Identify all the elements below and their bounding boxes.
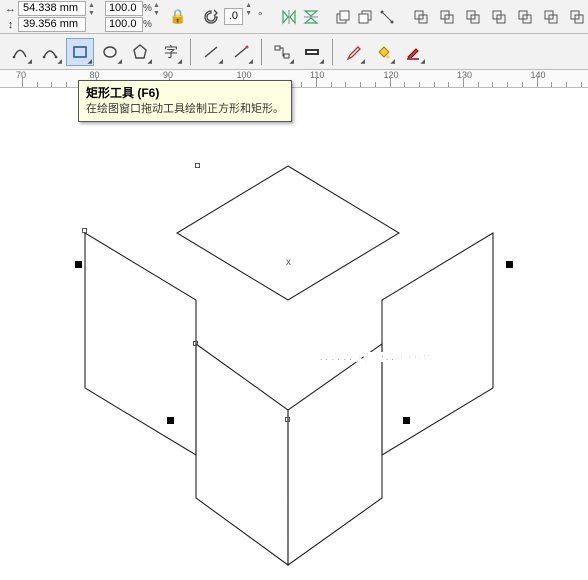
ruler-label: 120 — [384, 70, 399, 80]
trim-icon[interactable] — [435, 5, 459, 29]
to-front-icon[interactable] — [333, 5, 353, 29]
ruler-tick — [419, 82, 420, 87]
ruler-tick — [51, 82, 52, 87]
node-marker[interactable] — [195, 163, 200, 168]
front-minus-back-icon[interactable] — [513, 5, 537, 29]
separator — [190, 39, 191, 65]
ruler-tick — [551, 82, 552, 87]
ruler-label: 90 — [163, 70, 173, 80]
sel-handle[interactable] — [75, 261, 82, 268]
node-marker[interactable] — [82, 228, 87, 233]
ruler-tick — [522, 82, 523, 87]
width-input[interactable]: 54.338 mm — [18, 1, 86, 16]
mirror-v-icon[interactable] — [301, 5, 321, 29]
sel-handle[interactable] — [167, 417, 174, 424]
to-back-icon[interactable] — [355, 5, 375, 29]
line-2-tool[interactable]: ◢ — [227, 38, 255, 66]
scale-spinner[interactable]: ▲▼ — [153, 2, 160, 32]
ruler-tick — [404, 82, 405, 87]
ruler-label: 140 — [531, 70, 546, 80]
combine-icon[interactable] — [409, 5, 433, 29]
convert-icon[interactable] — [377, 5, 397, 29]
ruler-tick — [448, 82, 449, 87]
angle-unit: ° — [258, 11, 262, 23]
simplify-icon[interactable] — [487, 5, 511, 29]
toolbox-row: ◢◢◢◢◢字◢◢◢◢◢◢◢◢ — [0, 34, 588, 70]
line-1-tool[interactable]: ◢ — [197, 38, 225, 66]
angle-spinner[interactable]: ▲▼ — [245, 2, 252, 32]
ruler-tick — [537, 77, 538, 87]
tooltip-title: 矩形工具 (F6) — [86, 85, 284, 102]
sel-handle[interactable] — [506, 261, 513, 268]
tooltip: 矩形工具 (F6) 在绘图窗口拖动工具绘制正方形和矩形。 — [78, 80, 292, 122]
scale-y-input[interactable]: 100.0 — [105, 17, 143, 32]
ruler-label: 70 — [16, 70, 26, 80]
sel-handle[interactable] — [403, 417, 410, 424]
center-marker: x — [286, 257, 291, 268]
node-marker[interactable] — [285, 417, 290, 422]
ruler-tick — [375, 82, 376, 87]
rotate-cw-icon[interactable] — [201, 5, 221, 29]
ruler-tick — [22, 77, 23, 87]
ruler-tick — [434, 82, 435, 87]
connector-tool[interactable]: ◢ — [268, 38, 296, 66]
ruler-tick — [360, 82, 361, 87]
ruler-tick — [390, 77, 391, 87]
ruler-tick — [492, 82, 493, 87]
eyedropper-tool[interactable]: ◢ — [339, 38, 367, 66]
isometric-shapes — [0, 88, 588, 580]
rectangle-tool[interactable]: ◢ — [66, 38, 94, 66]
ruler-tick — [463, 77, 464, 87]
ruler-tick — [345, 82, 346, 87]
ruler-tick — [301, 82, 302, 87]
rotation-input[interactable]: .0 — [224, 8, 243, 25]
node-marker[interactable] — [193, 341, 198, 346]
ruler-label: 80 — [90, 70, 100, 80]
pct-unit: % — [143, 3, 153, 14]
separator — [261, 39, 262, 65]
ruler-tick — [316, 77, 317, 87]
back-minus-front-icon[interactable] — [539, 5, 563, 29]
ruler-tick — [507, 82, 508, 87]
watermark: www.rjzxw.com — [318, 348, 431, 365]
ruler-label: 110 — [310, 70, 324, 80]
dimension-tool[interactable]: ◢ — [298, 38, 326, 66]
outline-tool[interactable]: ◢ — [399, 38, 427, 66]
ellipse-tool[interactable]: ◢ — [96, 38, 124, 66]
ruler-tick — [581, 82, 582, 87]
text-tool[interactable]: 字◢ — [156, 38, 184, 66]
intersect-icon[interactable] — [461, 5, 485, 29]
height-icon: ↕ — [3, 17, 18, 32]
pct-unit: % — [143, 19, 153, 30]
boundary-icon[interactable] — [565, 5, 588, 29]
height-input[interactable]: 39.356 mm — [18, 17, 86, 32]
ruler-tick — [566, 82, 567, 87]
ruler-tick — [478, 82, 479, 87]
dim-spinner[interactable]: ▲▼ — [88, 2, 95, 32]
obj-dimensions: ↔ 54.338 mm ↕ 39.356 mm — [3, 1, 86, 33]
mirror-h-icon[interactable] — [279, 5, 299, 29]
fill-tool[interactable]: ◢ — [369, 38, 397, 66]
tooltip-desc: 在绘图窗口拖动工具绘制正方形和矩形。 — [86, 102, 284, 117]
freehand-tool[interactable]: ◢ — [6, 38, 34, 66]
polygon-tool[interactable]: ◢ — [126, 38, 154, 66]
scale-x-input[interactable]: 100.0 — [105, 1, 143, 16]
property-bar: ↔ 54.338 mm ↕ 39.356 mm ▲▼ 100.0 % 100.0… — [0, 0, 588, 34]
svg-text:字: 字 — [164, 44, 178, 60]
ruler-label: 100 — [237, 70, 252, 80]
drawing-canvas[interactable]: x www.rjzxw.com — [0, 88, 588, 580]
ruler-tick — [331, 82, 332, 87]
ruler-tick — [37, 82, 38, 87]
ruler-label: 130 — [457, 70, 472, 80]
separator — [332, 39, 333, 65]
ruler-tick — [66, 82, 67, 87]
lock-ratio-icon[interactable]: 🔒 — [170, 3, 186, 31]
bezier-tool[interactable]: ◢ — [36, 38, 64, 66]
scale-group: 100.0 % 100.0 % — [105, 1, 153, 33]
width-icon: ↔ — [3, 1, 18, 16]
